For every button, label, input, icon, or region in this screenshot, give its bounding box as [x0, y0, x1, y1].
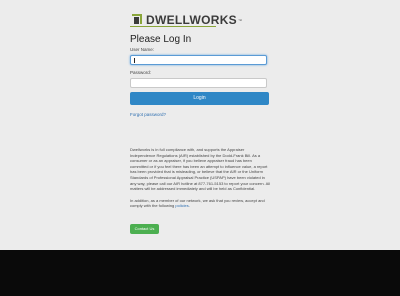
forgot-password-link[interactable]: Forgot password?: [130, 112, 166, 117]
username-input[interactable]: [130, 55, 267, 65]
disclaimer: Dwellworks is in full compliance with, a…: [130, 147, 270, 215]
password-input[interactable]: [130, 78, 267, 88]
logo-text: DWELLWORKS: [146, 13, 237, 27]
logo-mark-icon: [132, 14, 142, 24]
policies-link[interactable]: policies: [175, 203, 188, 208]
password-label: Password:: [130, 70, 152, 75]
disclaimer-paragraph-1: Dwellworks is in full compliance with, a…: [130, 147, 271, 192]
logo-underline: [130, 26, 216, 27]
disclaimer-paragraph-2-text: In addition, as a member of our network,…: [130, 197, 265, 209]
text-caret: [134, 58, 135, 63]
disclaimer-paragraph-2: In addition, as a member of our network,…: [130, 198, 270, 209]
login-button[interactable]: Login: [130, 92, 269, 105]
page-title: Please Log In: [130, 34, 192, 45]
username-label: User Name:: [130, 47, 155, 52]
logo-trademark: ™: [238, 17, 242, 23]
disclaimer-paragraph-2-end: .: [188, 203, 190, 209]
footer-bar: [0, 250, 400, 296]
contact-us-button[interactable]: Contact Us: [130, 224, 159, 234]
dwellworks-logo: DWELLWORKS ™: [132, 13, 242, 27]
